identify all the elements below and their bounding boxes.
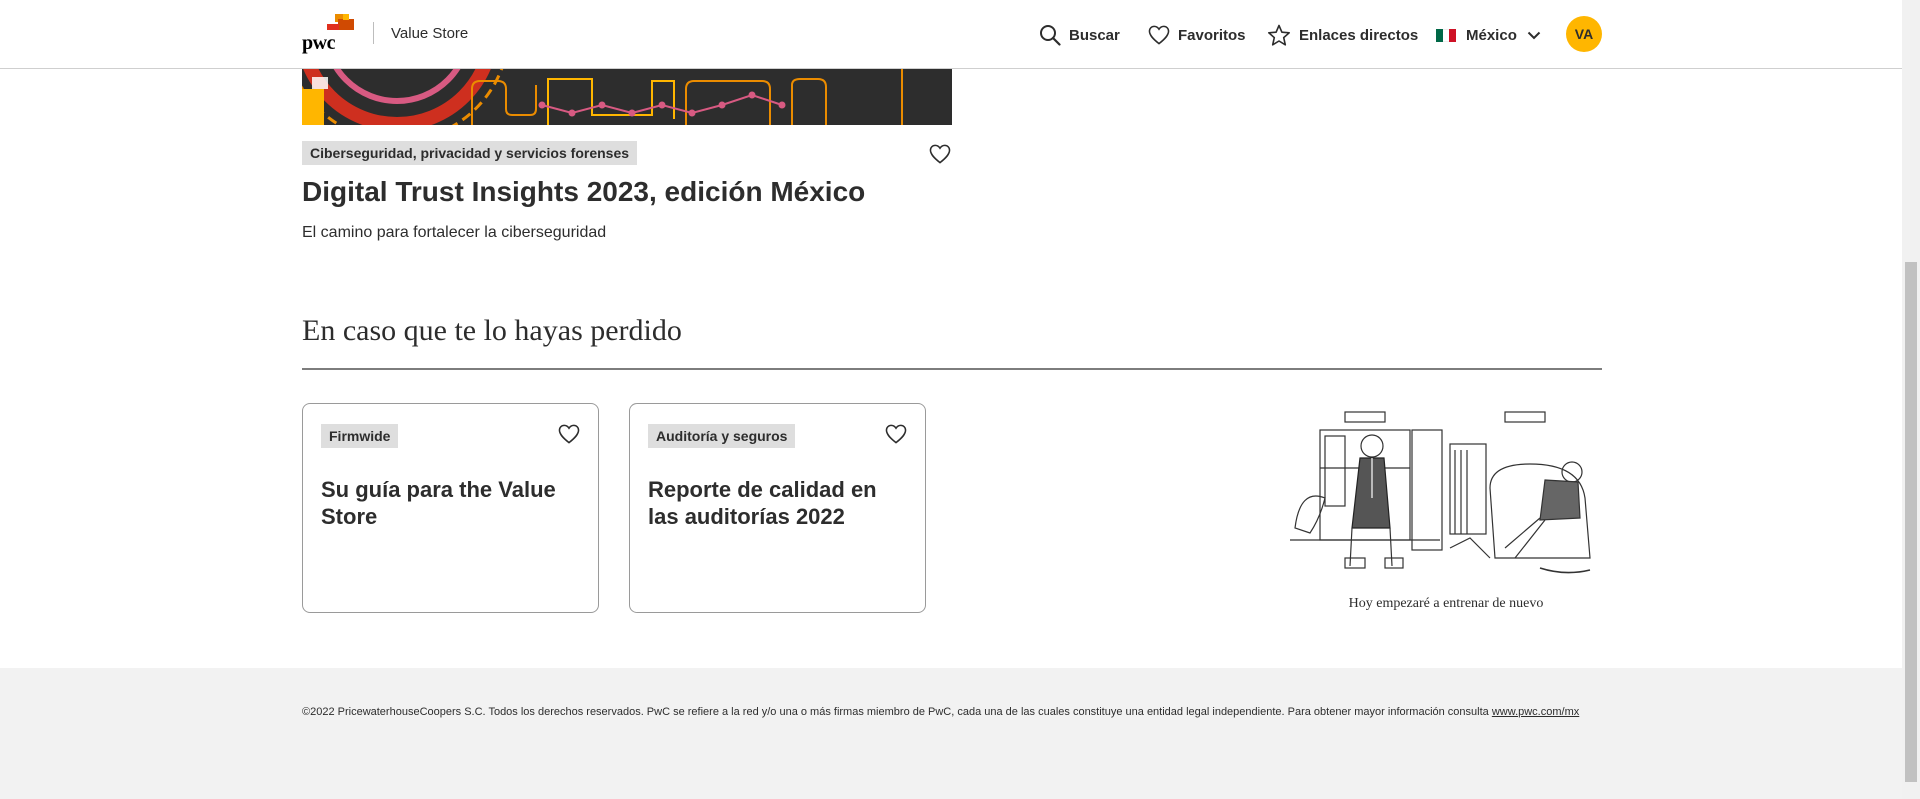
featured-favorite-button[interactable]: [929, 144, 951, 169]
featured-image-graphic: [302, 69, 952, 125]
scrollbar-thumb[interactable]: [1905, 262, 1917, 782]
country-label: México: [1466, 26, 1517, 44]
cartoon-illustration: [1290, 408, 1602, 584]
section-heading: En caso que te lo hayas perdido: [302, 314, 682, 347]
card-title: Reporte de calidad en las auditorías 202…: [648, 477, 877, 529]
heart-icon: [1148, 25, 1170, 45]
card-title: Su guía para the Value Store: [321, 477, 556, 529]
logo-block: [343, 14, 349, 20]
quick-links-label: Enlaces directos: [1299, 26, 1419, 44]
featured-title-link[interactable]: Digital Trust Insights 2023, edición Méx…: [302, 176, 865, 208]
card-category-tag: Auditoría y seguros: [648, 424, 796, 448]
pwc-logo[interactable]: pwc: [302, 14, 354, 54]
content-card[interactable]: Auditoría y seguros Reporte de calidad e…: [629, 403, 926, 613]
cartoon-drawing: [1290, 411, 1591, 574]
heart-icon: [885, 424, 907, 444]
search-button[interactable]: Buscar: [1039, 22, 1120, 48]
search-label: Buscar: [1069, 26, 1120, 44]
store-name-link[interactable]: Value Store: [391, 25, 468, 42]
featured-subtitle: El camino para fortalecer la ciberseguri…: [302, 224, 607, 241]
logo-text: pwc: [302, 32, 335, 54]
content-card[interactable]: Firmwide Su guía para the Value Store: [302, 403, 599, 613]
user-avatar[interactable]: VA: [1566, 16, 1602, 52]
page-scrollbar[interactable]: [1902, 0, 1920, 799]
card-category-tag: Firmwide: [321, 424, 399, 448]
top-header: pwc Value Store Buscar Favoritos Enlaces…: [0, 0, 1902, 69]
section-divider: [302, 368, 1602, 370]
featured-article-image[interactable]: [302, 69, 952, 125]
logo-block: [327, 24, 339, 30]
footer-copyright-text: ©2022 PricewaterhouseCoopers S.C. Todos …: [302, 706, 1489, 718]
heart-icon: [929, 144, 951, 164]
favorites-label: Favoritos: [1178, 26, 1246, 44]
card-favorite-button[interactable]: [885, 424, 907, 449]
logo-block: [338, 19, 354, 30]
star-icon: [1268, 24, 1290, 46]
favorites-button[interactable]: Favoritos: [1148, 22, 1246, 48]
mexico-flag-icon: [1436, 28, 1457, 42]
heart-icon: [558, 424, 580, 444]
cartoon-caption: Hoy empezaré a entrenar de nuevo: [1348, 596, 1544, 611]
footer-copyright: ©2022 PricewaterhouseCoopers S.C. Todos …: [302, 706, 1579, 718]
header-divider: [373, 22, 374, 44]
search-icon: [1040, 25, 1061, 46]
page-footer: [0, 668, 1902, 799]
featured-category-tag: Ciberseguridad, privacidad y servicios f…: [302, 141, 638, 165]
card-favorite-button[interactable]: [558, 424, 580, 449]
pwc-website-link[interactable]: www.pwc.com/mx: [1492, 706, 1579, 718]
country-selector[interactable]: México: [1436, 22, 1549, 48]
quick-links-button[interactable]: Enlaces directos: [1267, 22, 1418, 48]
chevron-down-icon: [1527, 31, 1541, 39]
